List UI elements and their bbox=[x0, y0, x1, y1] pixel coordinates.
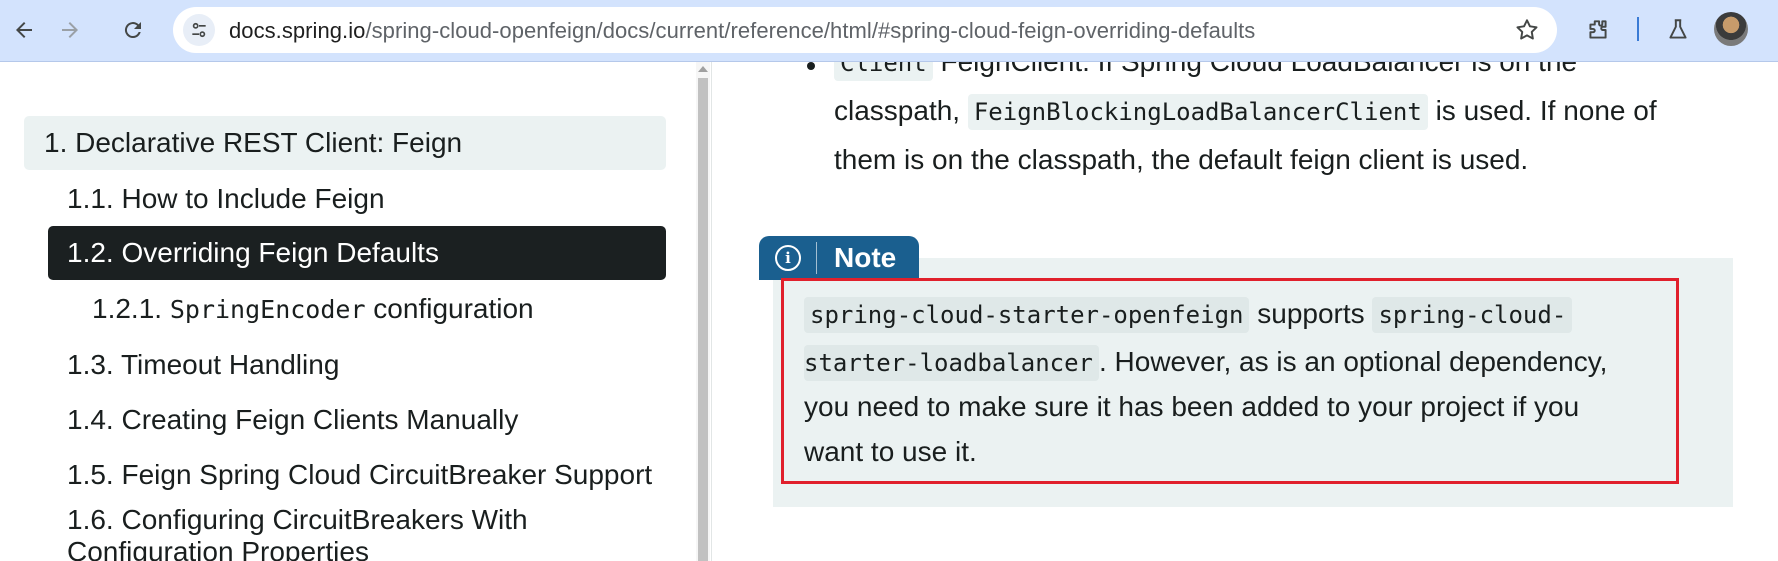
bullet-text: FeignClient. If Spring Cloud LoadBalance… bbox=[933, 62, 1577, 77]
url-path: /spring-cloud-openfeign/docs/current/ref… bbox=[365, 18, 1256, 43]
profile-avatar[interactable] bbox=[1714, 12, 1748, 46]
arrow-left-icon bbox=[16, 22, 32, 38]
toc-item-prefix: 1.2.1. bbox=[92, 293, 170, 324]
url-text[interactable]: docs.spring.io/spring-cloud-openfeign/do… bbox=[229, 19, 1255, 43]
scroll-up-arrow-icon[interactable] bbox=[698, 66, 708, 72]
address-bar[interactable]: docs.spring.io/spring-cloud-openfeign/do… bbox=[173, 7, 1557, 53]
toc-item-overriding-feign-defaults[interactable]: 1.2. Overriding Feign Defaults bbox=[48, 226, 666, 280]
toc-item-configuring-circuitbreakers[interactable]: 1.6. Configuring CircuitBreakers With Co… bbox=[48, 504, 666, 561]
extensions-button[interactable] bbox=[1580, 12, 1616, 48]
back-button[interactable] bbox=[4, 10, 44, 50]
note-badge-separator bbox=[816, 242, 817, 274]
toc-item-label: 1.1. How to Include Feign bbox=[67, 183, 385, 214]
note-text: . However, as is an optional dependency, bbox=[1098, 346, 1608, 377]
info-icon: i bbox=[775, 245, 801, 271]
bullet-line-2: classpath, FeignBlockingLoadBalancerClie… bbox=[834, 87, 1657, 136]
note-line-4: want to use it. bbox=[804, 428, 977, 476]
toc-item-springencoder-configuration[interactable]: 1.2.1. SpringEncoder configuration bbox=[72, 282, 666, 337]
bullet-text: is used. If none of bbox=[1427, 95, 1657, 126]
toc-scrollbar-thumb[interactable] bbox=[698, 78, 708, 561]
inline-code: Client bbox=[834, 62, 933, 81]
toc-sidebar: 1. Declarative REST Client: Feign 1.1. H… bbox=[0, 62, 700, 561]
bullet-text: them is on the classpath, the default fe… bbox=[834, 144, 1529, 175]
puzzle-icon bbox=[1589, 20, 1607, 39]
toc-item-label: 1.6. Configuring CircuitBreakers With bbox=[67, 504, 528, 535]
reload-button[interactable] bbox=[113, 10, 153, 50]
toc-item-timeout-handling[interactable]: 1.3. Timeout Handling bbox=[48, 338, 666, 392]
note-text: you need to make sure it has been added … bbox=[804, 391, 1580, 422]
toc-item-circuitbreaker-support[interactable]: 1.5. Feign Spring Cloud CircuitBreaker S… bbox=[48, 448, 666, 502]
toc-item-label: 1.2. Overriding Feign Defaults bbox=[67, 237, 439, 268]
bullet-line-3: them is on the classpath, the default fe… bbox=[834, 136, 1528, 184]
toc-item-creating-feign-clients-manually[interactable]: 1.4. Creating Feign Clients Manually bbox=[48, 393, 666, 447]
inline-code: FeignBlockingLoadBalancerClient bbox=[967, 94, 1428, 130]
reload-icon bbox=[124, 22, 141, 39]
toc-item-label: 1.3. Timeout Handling bbox=[67, 349, 340, 380]
toc-item-label: 1.4. Creating Feign Clients Manually bbox=[67, 404, 519, 435]
flask-icon bbox=[1669, 19, 1687, 39]
bullet-line-1: Client FeignClient. If Spring Cloud Load… bbox=[834, 62, 1577, 87]
tune-icon bbox=[192, 22, 206, 38]
toc-item-label-line2: Configuration Properties bbox=[67, 536, 369, 561]
inline-code: spring-cloud-starter-openfeign bbox=[804, 297, 1250, 333]
star-icon bbox=[1516, 19, 1538, 40]
toc-item-label: 1.5. Feign Spring Cloud CircuitBreaker S… bbox=[67, 459, 653, 490]
toc-item-declarative-rest-client[interactable]: 1. Declarative REST Client: Feign bbox=[24, 116, 666, 170]
inline-code: spring-cloud- bbox=[1372, 297, 1573, 333]
url-host: docs.spring.io bbox=[229, 18, 366, 43]
arrow-right-icon bbox=[62, 22, 78, 38]
toolbar-separator bbox=[1637, 17, 1639, 41]
browser-toolbar: docs.spring.io/spring-cloud-openfeign/do… bbox=[0, 0, 1778, 62]
forward-button[interactable] bbox=[50, 10, 90, 50]
toc-item-code: SpringEncoder bbox=[169, 295, 366, 324]
bookmark-button[interactable] bbox=[1513, 16, 1541, 44]
site-info-button[interactable] bbox=[183, 14, 215, 46]
list-bullet bbox=[807, 62, 815, 70]
note-line-2: starter-loadbalancer. However, as is an … bbox=[804, 338, 1607, 387]
note-text: want to use it. bbox=[804, 436, 977, 467]
bullet-text: classpath, bbox=[834, 95, 968, 126]
note-text: supports bbox=[1249, 298, 1373, 329]
toc-item-suffix: configuration bbox=[365, 293, 534, 324]
note-line-3: you need to make sure it has been added … bbox=[804, 383, 1579, 431]
labs-button[interactable] bbox=[1660, 12, 1696, 48]
note-badge: i Note bbox=[759, 236, 919, 280]
note-label: Note bbox=[834, 242, 897, 273]
inline-code: starter-loadbalancer bbox=[804, 345, 1099, 381]
toc-item-how-to-include-feign[interactable]: 1.1. How to Include Feign bbox=[48, 172, 666, 226]
main-content: Client FeignClient. If Spring Cloud Load… bbox=[712, 62, 1778, 561]
toc-item-label: 1. Declarative REST Client: Feign bbox=[44, 127, 463, 158]
note-line-1: spring-cloud-starter-openfeign supports … bbox=[804, 290, 1573, 339]
